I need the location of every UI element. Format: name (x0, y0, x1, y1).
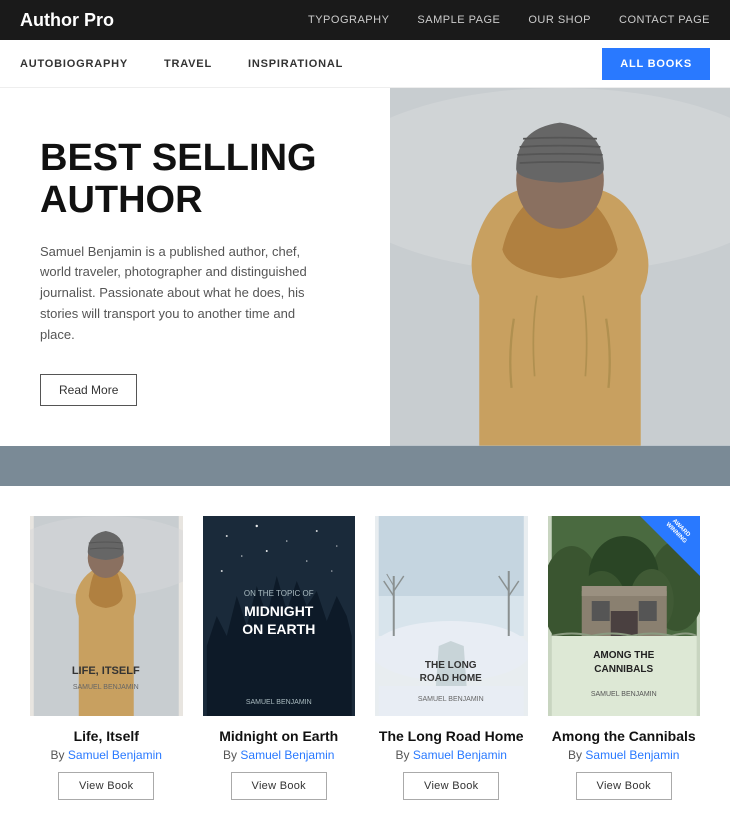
book-card-cannibals: AWARDWINNING (548, 516, 701, 800)
nav-sample-page[interactable]: SAMPLE PAGE (417, 14, 500, 26)
hero-heading: BEST SELLING AUTHOR (40, 138, 350, 222)
all-books-button[interactable]: ALL BOOKS (602, 48, 710, 80)
svg-text:SAMUEL BENJAMIN: SAMUEL BENJAMIN (73, 684, 139, 691)
book-card-life-itself: LIFE, ITSELF SAMUEL BENJAMIN Life, Itsel… (30, 516, 183, 800)
book-author-link-2[interactable]: Samuel Benjamin (240, 748, 334, 762)
nav-typography[interactable]: TYPOGRAPHY (308, 14, 389, 26)
book-by-3: By Samuel Benjamin (396, 748, 507, 762)
svg-text:LIFE, ITSELF: LIFE, ITSELF (72, 665, 140, 677)
hero-description: Samuel Benjamin is a published author, c… (40, 242, 320, 346)
book-by-1: By Samuel Benjamin (51, 748, 162, 762)
book-title-4: Among the Cannibals (552, 728, 696, 744)
book-cover-3: THE LONG ROAD HOME SAMUEL BENJAMIN (375, 516, 528, 716)
book-author-link-4[interactable]: Samuel Benjamin (585, 748, 679, 762)
svg-text:ON EARTH: ON EARTH (242, 621, 315, 637)
svg-text:THE LONG: THE LONG (425, 660, 477, 671)
view-book-button-2[interactable]: View Book (231, 772, 327, 800)
nav-our-shop[interactable]: OUR SHOP (528, 14, 591, 26)
book-card-long-road: THE LONG ROAD HOME SAMUEL BENJAMIN The L… (375, 516, 528, 800)
books-section: LIFE, ITSELF SAMUEL BENJAMIN Life, Itsel… (0, 486, 730, 840)
hero-image (390, 88, 730, 446)
read-more-button[interactable]: Read More (40, 374, 137, 406)
svg-text:CANNIBALS: CANNIBALS (594, 664, 653, 675)
book-cover-2: ON THE TOPIC OF MIDNIGHT ON EARTH SAMUEL… (203, 516, 356, 716)
svg-text:SAMUEL BENJAMIN: SAMUEL BENJAMIN (590, 691, 656, 698)
award-ribbon-text: AWARDWINNING (659, 516, 697, 550)
book-title-2: Midnight on Earth (219, 728, 338, 744)
svg-text:ON THE TOPIC OF: ON THE TOPIC OF (243, 589, 313, 598)
svg-text:AMONG THE: AMONG THE (593, 650, 654, 661)
view-book-button-1[interactable]: View Book (58, 772, 154, 800)
view-book-button-3[interactable]: View Book (403, 772, 499, 800)
book-cover-1: LIFE, ITSELF SAMUEL BENJAMIN (30, 516, 183, 716)
svg-text:ROAD HOME: ROAD HOME (420, 673, 483, 684)
brand-name: Author Pro (20, 10, 114, 31)
view-book-button-4[interactable]: View Book (576, 772, 672, 800)
book-author-link-1[interactable]: Samuel Benjamin (68, 748, 162, 762)
book-card-midnight: ON THE TOPIC OF MIDNIGHT ON EARTH SAMUEL… (203, 516, 356, 800)
subnav-travel[interactable]: TRAVEL (164, 58, 212, 70)
hero-section: BEST SELLING AUTHOR Samuel Benjamin is a… (0, 88, 730, 446)
book-by-2: By Samuel Benjamin (223, 748, 334, 762)
nav-contact-page[interactable]: CONTACT PAGE (619, 14, 710, 26)
sub-nav-links: AUTOBIOGRAPHY TRAVEL INSPIRATIONAL (20, 58, 602, 70)
svg-text:SAMUEL BENJAMIN: SAMUEL BENJAMIN (418, 696, 484, 703)
book-cover-4: AWARDWINNING (548, 516, 701, 716)
hero-text-area: BEST SELLING AUTHOR Samuel Benjamin is a… (0, 88, 390, 446)
svg-text:MIDNIGHT: MIDNIGHT (244, 603, 314, 619)
book-author-link-3[interactable]: Samuel Benjamin (413, 748, 507, 762)
book-title-1: Life, Itself (74, 728, 139, 744)
subnav-inspirational[interactable]: INSPIRATIONAL (248, 58, 343, 70)
book-title-3: The Long Road Home (379, 728, 524, 744)
books-grid: LIFE, ITSELF SAMUEL BENJAMIN Life, Itsel… (30, 516, 700, 800)
award-ribbon: AWARDWINNING (640, 516, 700, 576)
top-navigation: Author Pro TYPOGRAPHY SAMPLE PAGE OUR SH… (0, 0, 730, 40)
top-nav-links: TYPOGRAPHY SAMPLE PAGE OUR SHOP CONTACT … (308, 14, 710, 26)
book-by-4: By Samuel Benjamin (568, 748, 679, 762)
section-spacer (0, 446, 730, 486)
subnav-autobiography[interactable]: AUTOBIOGRAPHY (20, 58, 128, 70)
svg-text:SAMUEL BENJAMIN: SAMUEL BENJAMIN (245, 699, 311, 706)
sub-navigation: AUTOBIOGRAPHY TRAVEL INSPIRATIONAL ALL B… (0, 40, 730, 88)
